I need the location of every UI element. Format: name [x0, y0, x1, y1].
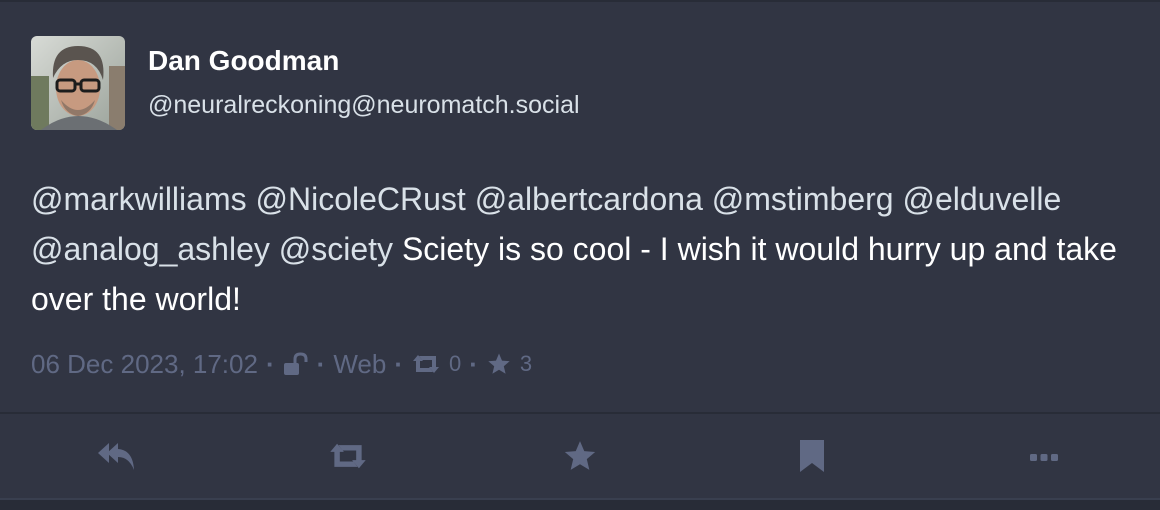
display-name[interactable]: Dan Goodman [148, 44, 580, 78]
bookmark-button[interactable] [792, 438, 832, 478]
favourite-count-icon [486, 352, 512, 376]
mention-link[interactable]: @elduvelle [902, 181, 1061, 217]
retweet-icon [327, 441, 369, 476]
boost-count[interactable]: 0 [449, 351, 461, 377]
boost-button[interactable] [328, 438, 368, 478]
star-icon [562, 439, 598, 478]
timestamp-link[interactable]: 06 Dec 2023, 17:02 [31, 349, 258, 380]
more-button[interactable] [1024, 438, 1064, 478]
status-card: Dan Goodman @neuralreckoning@neuromatch.… [0, 0, 1160, 510]
mention-link[interactable]: @albertcardona [475, 181, 703, 217]
meta-separator: · [265, 348, 275, 379]
mention-link[interactable]: @NicoleCRust [255, 181, 465, 217]
bookmark-icon [799, 439, 825, 478]
meta-separator: · [316, 348, 326, 379]
status-content: @markwilliams @NicoleCRust @albertcardon… [31, 174, 1131, 324]
status-meta: 06 Dec 2023, 17:02 · · Web · 0 · 3 [31, 347, 532, 381]
reply-button[interactable] [96, 438, 136, 478]
meta-separator: · [469, 348, 478, 379]
status-bottom-border [0, 498, 1160, 510]
mention-link[interactable]: @analog_ashley [31, 231, 270, 267]
favourite-count[interactable]: 3 [520, 351, 532, 377]
unlock-icon [283, 352, 309, 376]
boost-count-icon [411, 353, 441, 375]
author-names: Dan Goodman @neuralreckoning@neuromatch.… [148, 36, 580, 120]
account-handle[interactable]: @neuralreckoning@neuromatch.social [148, 90, 580, 120]
avatar[interactable] [31, 36, 125, 130]
mention-link[interactable]: @sciety [279, 231, 393, 267]
ellipsis-icon [1029, 449, 1059, 467]
status-header: Dan Goodman @neuralreckoning@neuromatch.… [31, 36, 580, 130]
action-bar [0, 414, 1160, 498]
application-name: Web [333, 348, 387, 379]
mention-link[interactable]: @mstimberg [712, 181, 894, 217]
mention-link[interactable]: @markwilliams [31, 181, 247, 217]
meta-separator: · [394, 348, 403, 379]
reply-all-icon [96, 440, 136, 477]
favourite-button[interactable] [560, 438, 600, 478]
